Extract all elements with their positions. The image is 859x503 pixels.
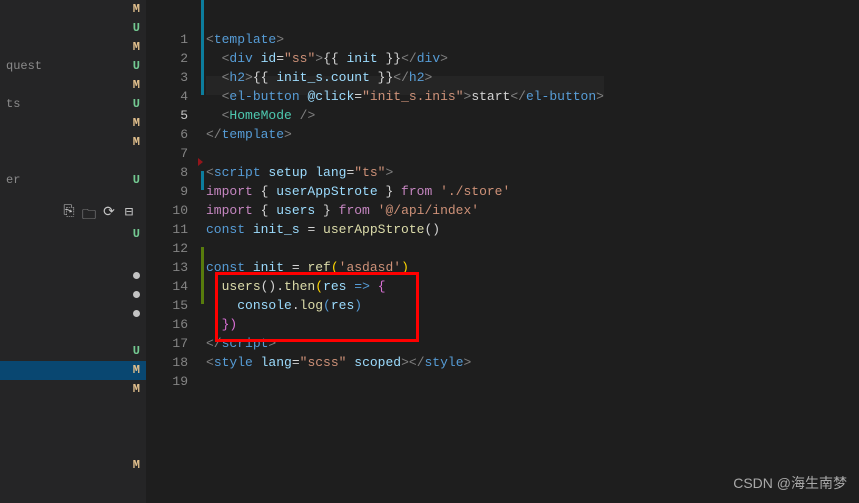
refresh-icon[interactable]: ⟳ [100, 204, 118, 228]
line-number: 13 [146, 258, 188, 277]
file-row[interactable]: M [0, 361, 146, 380]
line-number: 18 [146, 353, 188, 372]
line-number: 3 [146, 68, 188, 87]
line-number: 4 [146, 87, 188, 106]
code-text: < [206, 32, 214, 47]
line-number: 8 [146, 163, 188, 182]
modified-dot-icon [133, 291, 140, 298]
git-status-badge: M [133, 456, 140, 475]
file-row[interactable]: M [0, 380, 146, 399]
file-row[interactable]: erU [0, 171, 146, 190]
modified-dot-icon [133, 272, 140, 279]
file-row[interactable] [0, 304, 146, 323]
line-number: 10 [146, 201, 188, 220]
file-row[interactable] [0, 285, 146, 304]
line-number: 1 [146, 30, 188, 49]
active-line-bg [206, 76, 604, 95]
file-explorer[interactable]: MUMquestUMtsUMMerUUUMMM ⎘ 🗀 ⟳ ⊟ [0, 0, 146, 503]
git-status-badge: M [133, 38, 140, 57]
git-status-badge: M [133, 380, 140, 399]
git-status-badge: M [133, 114, 140, 133]
line-number: 7 [146, 144, 188, 163]
code-editor[interactable]: 12345678910111213141516171819 <template>… [146, 0, 859, 503]
explorer-toolbar: ⎘ 🗀 ⟳ ⊟ [60, 204, 138, 228]
line-gutter: 12345678910111213141516171819 [146, 0, 206, 503]
collapse-icon[interactable]: ⊟ [120, 204, 138, 228]
line-number: 14 [146, 277, 188, 296]
new-folder-icon[interactable]: 🗀 [80, 204, 98, 228]
file-row[interactable]: M [0, 38, 146, 57]
file-row[interactable]: U [0, 342, 146, 361]
git-status-badge: U [133, 19, 140, 38]
line-number: 11 [146, 220, 188, 239]
line-number: 17 [146, 334, 188, 353]
line-number: 2 [146, 49, 188, 68]
git-status-badge: U [133, 171, 140, 190]
new-file-icon[interactable]: ⎘ [60, 204, 78, 228]
file-row[interactable]: questU [0, 57, 146, 76]
git-status-badge: U [133, 342, 140, 361]
code-area[interactable]: <template> <div id="ss">{{ init }}</div>… [206, 0, 604, 503]
file-row[interactable]: M [0, 0, 146, 19]
line-number: 19 [146, 372, 188, 391]
file-row[interactable]: U [0, 19, 146, 38]
file-row[interactable]: M [0, 76, 146, 95]
git-status-badge: M [133, 0, 140, 19]
git-status-badge: U [133, 95, 140, 114]
git-status-badge: U [133, 57, 140, 76]
git-status-badge: M [133, 361, 140, 380]
line-number: 5 [146, 106, 188, 125]
watermark: CSDN @海生南梦 [733, 473, 847, 493]
file-row[interactable]: M [0, 133, 146, 152]
line-number: 9 [146, 182, 188, 201]
git-status-badge: M [133, 76, 140, 95]
modified-dot-icon [133, 310, 140, 317]
line-number: 6 [146, 125, 188, 144]
file-row[interactable]: M [0, 114, 146, 133]
file-row[interactable]: M [0, 456, 146, 475]
line-number: 12 [146, 239, 188, 258]
line-number: 15 [146, 296, 188, 315]
line-number: 16 [146, 315, 188, 334]
git-status-badge: M [133, 133, 140, 152]
file-row[interactable]: tsU [0, 95, 146, 114]
file-row[interactable] [0, 266, 146, 285]
